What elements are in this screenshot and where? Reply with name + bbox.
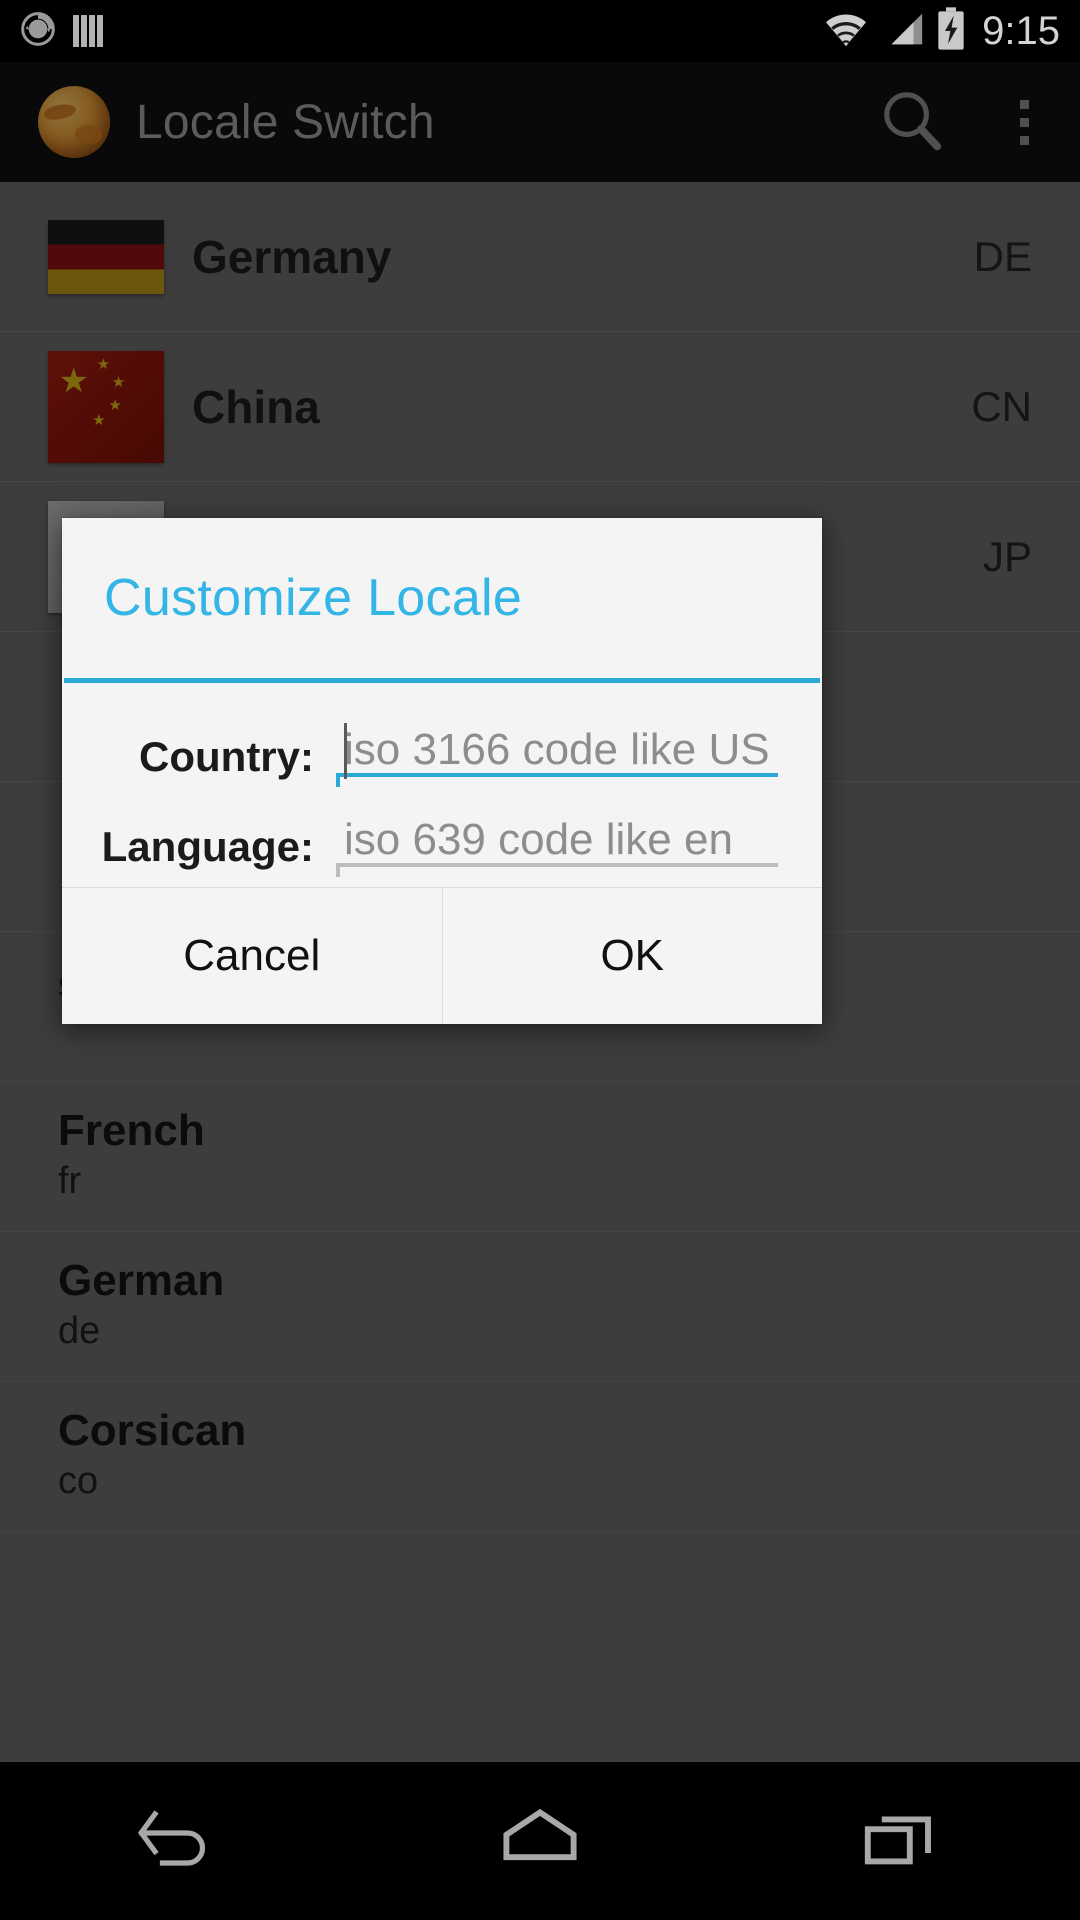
dialog-body: Country: Language: (62, 683, 822, 887)
back-button[interactable] (70, 1762, 290, 1920)
customize-locale-dialog: Customize Locale Country: Language: (62, 518, 822, 1024)
recents-button[interactable] (790, 1762, 1010, 1920)
navigation-bar (0, 1762, 1080, 1920)
cancel-button[interactable]: Cancel (62, 888, 442, 1024)
status-bar-left-icons (0, 9, 106, 54)
back-icon (135, 1804, 225, 1879)
sync-icon (18, 9, 58, 54)
dialog-action-buttons: Cancel OK (62, 887, 822, 1024)
ok-button[interactable]: OK (441, 888, 822, 1024)
android-screen: 9:15 Locale Switch Germany DE ★ ★ ★ ★ ★ … (0, 0, 1080, 1920)
cell-signal-icon (880, 9, 926, 54)
country-field-label: Country: (139, 733, 314, 780)
dialog-title-bar: Customize Locale (62, 518, 822, 678)
language-field-box (336, 799, 778, 877)
wifi-icon (822, 9, 870, 54)
language-field-row: Language: (62, 787, 822, 877)
country-field-row: Country: (62, 697, 822, 787)
action-bar-scrim (0, 62, 1080, 182)
dialog-title: Customize Locale (104, 569, 523, 627)
status-bar-clock: 9:15 (982, 9, 1060, 53)
language-input[interactable] (336, 799, 778, 877)
equalizer-icon (72, 9, 106, 54)
status-bar: 9:15 (0, 0, 1080, 62)
country-input[interactable] (336, 709, 778, 787)
text-caret (344, 723, 347, 779)
recents-icon (858, 1804, 942, 1879)
status-bar-right-icons: 9:15 (822, 6, 1080, 56)
language-field-label: Language: (101, 823, 314, 870)
country-field-box (336, 709, 778, 787)
battery-charging-icon (936, 6, 966, 56)
home-button[interactable] (430, 1762, 650, 1920)
home-icon (498, 1804, 582, 1879)
